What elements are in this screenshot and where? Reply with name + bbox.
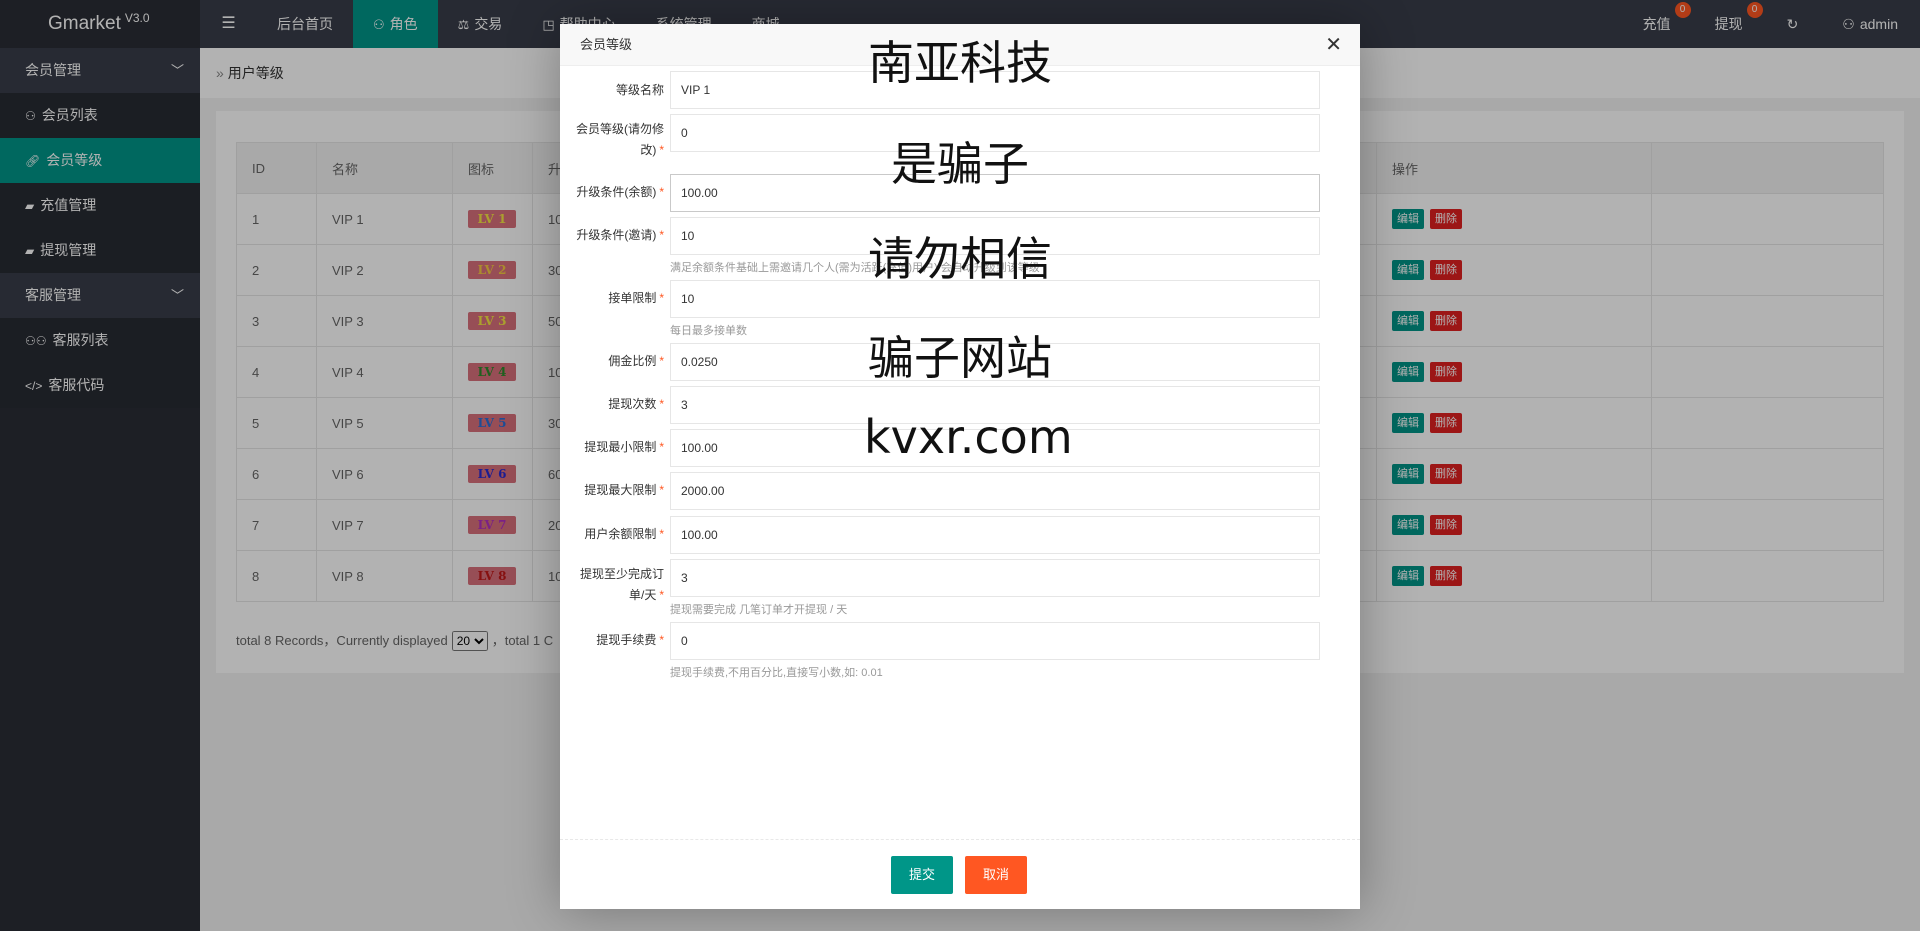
field-label: 提现次数 * — [608, 397, 664, 411]
field-label: 提现手续费 * — [596, 633, 664, 647]
field-input[interactable] — [670, 622, 1320, 660]
field-label: 等级名称 — [615, 83, 664, 97]
field-label: 提现最小限制 * — [584, 440, 664, 454]
close-icon[interactable]: ✕ — [1325, 24, 1342, 66]
field-input[interactable] — [670, 472, 1320, 510]
watermark-text: kvxr.com — [864, 410, 1073, 464]
field-label: 提现至少完成订单/天 * — [579, 567, 664, 602]
watermark-text: 骗子网站 — [868, 331, 1052, 385]
watermark-text: 南亚科技 — [868, 36, 1052, 90]
watermark-text: 是骗子 — [891, 137, 1029, 191]
required-mark: * — [659, 397, 664, 411]
required-mark: * — [659, 440, 664, 454]
submit-button[interactable]: 提交 — [891, 856, 954, 894]
required-mark: * — [659, 588, 664, 602]
required-mark: * — [659, 633, 664, 647]
field-label: 提现最大限制 * — [584, 483, 664, 497]
field-label: 佣金比例 * — [608, 354, 664, 368]
field-input[interactable] — [670, 559, 1320, 597]
required-mark: * — [659, 527, 664, 541]
watermark-text: 请勿相信 — [868, 232, 1052, 286]
required-mark: * — [659, 185, 664, 199]
field-label: 会员等级(请勿修改) * — [576, 122, 664, 157]
field-hint: 提现需要完成 几笔订单才开提现 / 天 — [670, 604, 848, 616]
required-mark: * — [659, 143, 664, 157]
required-mark: * — [659, 354, 664, 368]
field-hint: 每日最多接单数 — [670, 325, 747, 337]
required-mark: * — [659, 228, 664, 242]
field-input[interactable] — [670, 516, 1320, 554]
modal-title: 会员等级 — [580, 37, 633, 52]
field-label: 用户余额限制 * — [584, 527, 664, 541]
required-mark: * — [659, 483, 664, 497]
field-label: 升级条件(邀请) * — [576, 228, 664, 242]
modal-footer: 提交 取消 — [560, 839, 1360, 909]
field-label: 接单限制 * — [608, 291, 664, 305]
cancel-button[interactable]: 取消 — [965, 856, 1028, 894]
field-label: 升级条件(余额) * — [576, 185, 664, 199]
required-mark: * — [659, 291, 664, 305]
field-hint: 提现手续费,不用百分比,直接写小数,如: 0.01 — [670, 667, 883, 679]
